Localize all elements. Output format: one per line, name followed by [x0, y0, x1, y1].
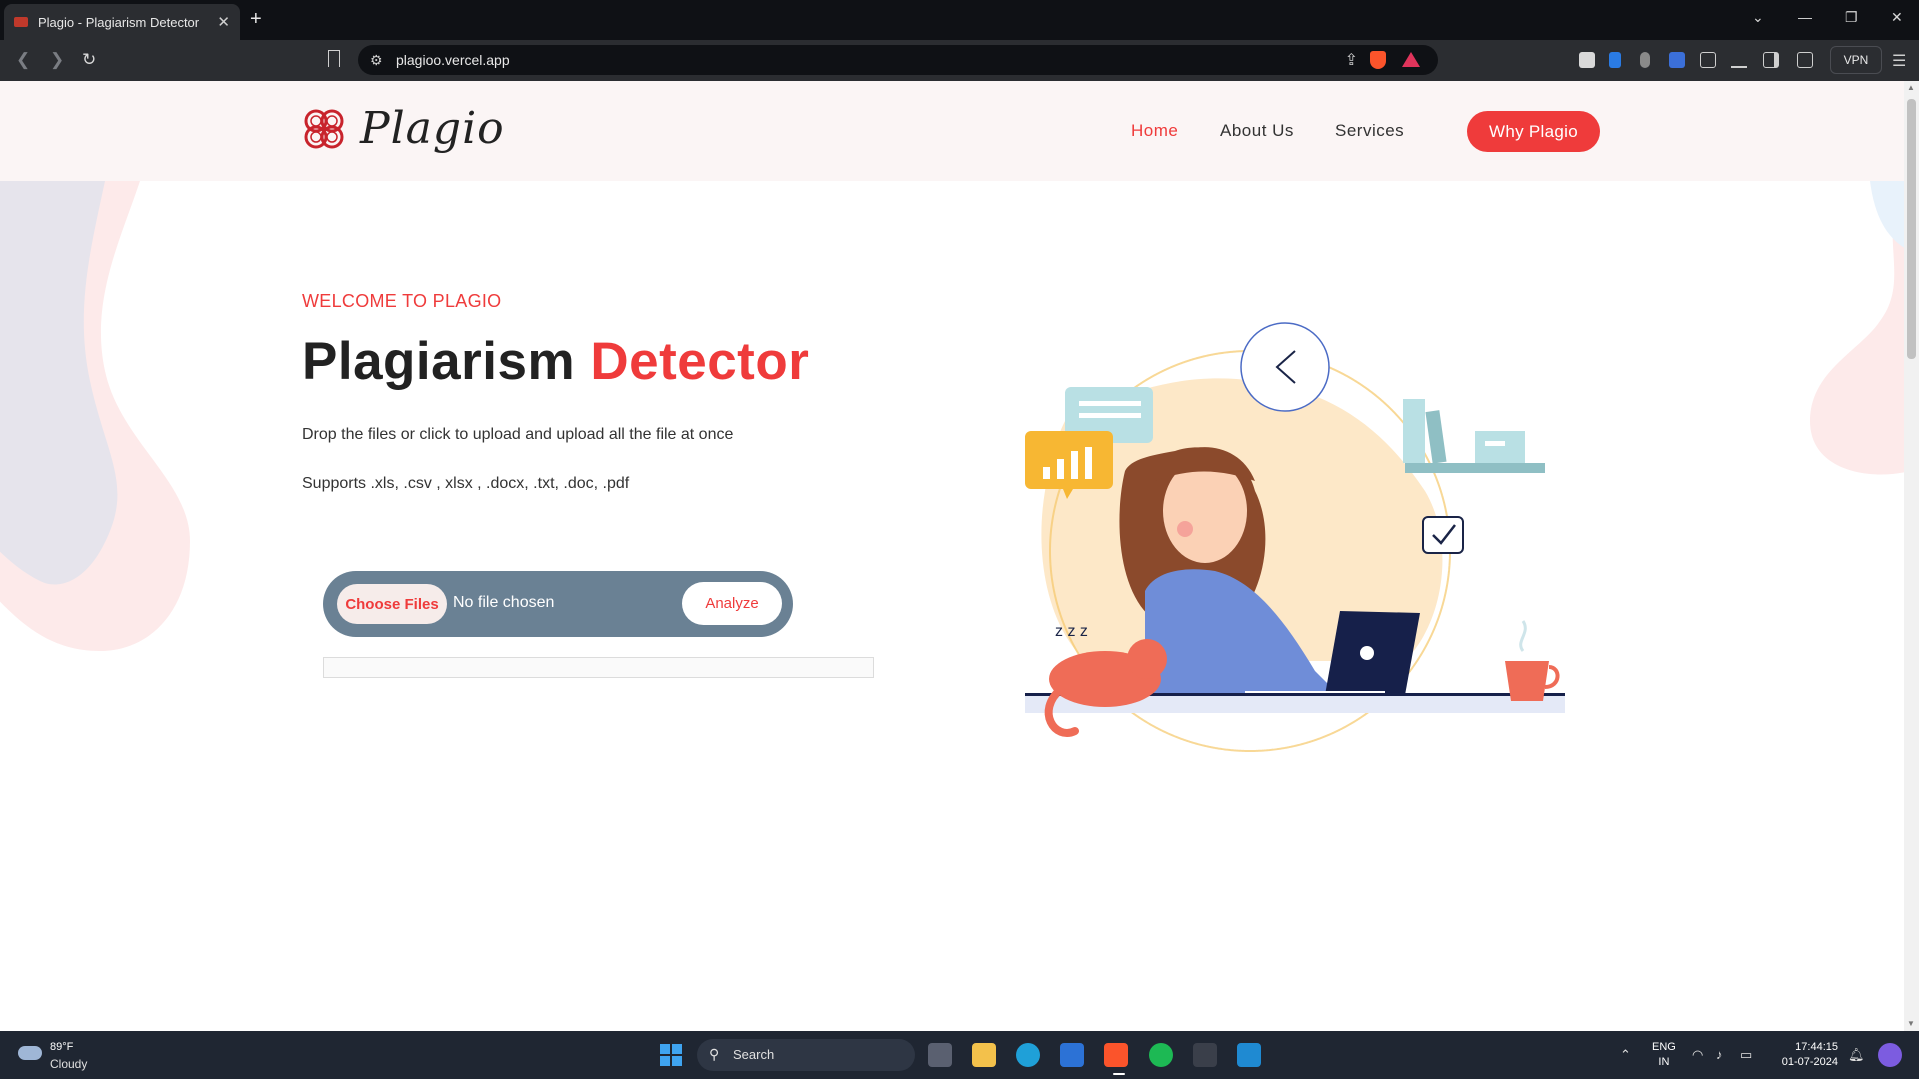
system-clock[interactable]: 17:44:15 01-07-2024	[1776, 1040, 1838, 1070]
restore-icon[interactable]: ❐	[1845, 9, 1858, 26]
site-info-icon[interactable]: ⚙	[370, 52, 383, 69]
page-title: Plagiarism Detector	[302, 331, 809, 392]
vpn-button[interactable]: VPN	[1830, 46, 1882, 74]
url-text[interactable]: plagioo.vercel.app	[396, 52, 510, 68]
tray-overflow-icon[interactable]: ⌃	[1620, 1047, 1631, 1063]
analyze-button[interactable]: Analyze	[682, 582, 782, 625]
scroll-up-icon[interactable]: ▲	[1907, 83, 1915, 92]
favicon-icon	[14, 17, 28, 27]
weather-cloud-icon[interactable]	[18, 1046, 42, 1060]
bar-chart-bubble-icon	[1025, 431, 1113, 489]
browser-toolbar: ❮ ❯ ↻ ⚙ plagioo.vercel.app ⇪ VPN ☰	[0, 40, 1919, 81]
clock-date: 01-07-2024	[1781, 1056, 1838, 1068]
title-main: Plagiarism	[302, 332, 576, 391]
windows-start-icon[interactable]	[660, 1044, 682, 1066]
browser-tab[interactable]: Plagio - Plagiarism Detector ✕	[4, 4, 240, 40]
vpn-label: VPN	[1843, 53, 1869, 67]
vscode-icon[interactable]	[1237, 1043, 1261, 1067]
extensions-puzzle-icon[interactable]	[1700, 52, 1716, 68]
share-icon[interactable]: ⇪	[1345, 50, 1358, 70]
extension-icon[interactable]	[1579, 52, 1595, 68]
clock-time: 17:44:15	[1795, 1041, 1838, 1053]
reload-icon[interactable]: ↻	[82, 50, 96, 70]
page-viewport: Plagio Home About Us Services Why Plagio…	[0, 81, 1904, 1031]
downloads-icon[interactable]	[1731, 52, 1747, 68]
decorative-blob-right	[1810, 181, 1904, 475]
why-plagio-button[interactable]: Why Plagio	[1467, 111, 1600, 152]
logo-wordmark: Plagio	[360, 103, 505, 154]
upload-description: Drop the files or click to upload and up…	[302, 426, 734, 443]
wall-clock-icon	[1240, 322, 1330, 412]
forward-icon[interactable]: ❯	[50, 50, 64, 70]
wallet-icon[interactable]	[1797, 52, 1813, 68]
title-accent: Detector	[590, 332, 810, 391]
brave-rewards-icon[interactable]	[1402, 52, 1420, 67]
browser-tab-bar: Plagio - Plagiarism Detector ✕ + ⌄ — ❐ ✕	[0, 0, 1919, 40]
window-close-icon[interactable]: ✕	[1891, 9, 1903, 26]
copilot-icon[interactable]	[1878, 1043, 1902, 1067]
volume-icon[interactable]: ♪	[1716, 1047, 1723, 1062]
bookmark-icon[interactable]	[328, 50, 340, 67]
nav-home[interactable]: Home	[1131, 121, 1178, 141]
search-icon: ⚲	[709, 1046, 720, 1062]
checkbox-bubble-icon	[1422, 516, 1464, 554]
address-bar[interactable]: ⚙ plagioo.vercel.app ⇪	[358, 45, 1438, 75]
page-scrollbar[interactable]: ▲ ▼	[1904, 81, 1919, 1031]
lang-region: IN	[1658, 1056, 1670, 1068]
file-upload-form: Choose Files No file chosen Analyze	[323, 571, 793, 637]
choose-files-button[interactable]: Choose Files	[337, 584, 447, 624]
brave-browser-icon[interactable]	[1104, 1043, 1128, 1067]
file-explorer-icon[interactable]	[972, 1043, 996, 1067]
supported-formats: Supports .xls, .csv , xlsx , .docx, .txt…	[302, 475, 630, 492]
menu-icon[interactable]: ☰	[1892, 51, 1906, 71]
new-tab-button[interactable]: +	[250, 8, 262, 30]
windows-taskbar: 89°F Cloudy ⚲ Search ⌃ ENG IN ◠ ♪ ▭ 17:4…	[0, 1031, 1919, 1079]
lang-code: ENG	[1652, 1041, 1676, 1053]
tab-title: Plagio - Plagiarism Detector	[38, 14, 200, 30]
close-tab-icon[interactable]: ✕	[217, 13, 230, 31]
welcome-tagline: WELCOME TO PLAGIO	[302, 291, 502, 311]
download-manager-icon[interactable]	[1609, 52, 1621, 68]
mouse-extension-icon[interactable]	[1640, 52, 1650, 68]
svg-text:z z z: z z z	[1055, 623, 1088, 640]
store-icon[interactable]	[1060, 1043, 1084, 1067]
notification-bell-icon[interactable]: 🔔︎	[1848, 1047, 1865, 1063]
sidebar-icon[interactable]	[1763, 52, 1779, 68]
plagio-knot-icon	[304, 109, 344, 148]
weather-temperature[interactable]: 89°F	[50, 1041, 73, 1053]
weather-condition[interactable]: Cloudy	[50, 1057, 87, 1071]
active-app-indicator	[1113, 1073, 1125, 1075]
search-label: Search	[733, 1047, 775, 1062]
tab-search-chevron-icon[interactable]: ⌄	[1752, 9, 1764, 26]
decorative-blob-left	[0, 181, 190, 651]
edge-icon[interactable]	[1016, 1043, 1040, 1067]
scroll-down-icon[interactable]: ▼	[1907, 1019, 1915, 1028]
terminal-icon[interactable]	[1193, 1043, 1217, 1067]
progress-bar	[323, 657, 874, 678]
language-indicator[interactable]: ENG IN	[1652, 1040, 1676, 1070]
hero-illustration: z z z	[1025, 322, 1565, 752]
wifi-icon[interactable]: ◠	[1692, 1047, 1703, 1063]
shelf-icon	[1405, 463, 1545, 473]
coffee-cup-icon	[1505, 661, 1549, 701]
nav-about-us[interactable]: About Us	[1220, 121, 1294, 141]
minimize-icon[interactable]: —	[1798, 9, 1812, 25]
tab-manager-icon[interactable]	[1669, 52, 1685, 68]
spotify-icon[interactable]	[1149, 1043, 1173, 1067]
taskbar-search[interactable]: ⚲ Search	[697, 1039, 915, 1071]
brave-shields-icon[interactable]	[1370, 51, 1386, 69]
site-header: Plagio Home About Us Services Why Plagio	[0, 81, 1904, 181]
task-view-icon[interactable]	[928, 1043, 952, 1067]
site-logo[interactable]: Plagio	[302, 103, 505, 154]
back-icon[interactable]: ❮	[16, 50, 30, 70]
file-status-text: No file chosen	[453, 594, 555, 611]
nav-services[interactable]: Services	[1335, 121, 1404, 141]
battery-icon[interactable]: ▭	[1740, 1047, 1752, 1063]
scroll-thumb[interactable]	[1907, 99, 1916, 359]
